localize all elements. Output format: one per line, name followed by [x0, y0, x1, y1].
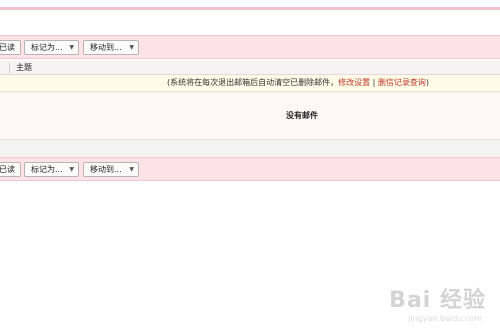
- mark-read-button[interactable]: 已读: [0, 162, 21, 177]
- move-to-label: 移动到...: [90, 43, 122, 52]
- move-to-dropdown[interactable]: 移动到... ▼: [83, 40, 139, 55]
- notice-separator: |: [370, 78, 378, 87]
- empty-message: 没有邮件: [286, 111, 318, 120]
- modify-settings-link[interactable]: 修改设置: [338, 78, 370, 87]
- mark-read-label: 已读: [0, 165, 15, 174]
- column-divider: [9, 63, 10, 73]
- mark-as-dropdown[interactable]: 标记为... ▼: [24, 40, 79, 55]
- mail-list-header: 主题: [0, 61, 500, 75]
- mark-read-label: 已读: [0, 43, 15, 52]
- caret-down-icon: ▼: [69, 44, 74, 51]
- mark-as-dropdown[interactable]: 标记为... ▼: [24, 162, 79, 177]
- notice-prefix: (系统将在每次退出邮箱后自动清空已删除邮件，: [167, 78, 339, 87]
- notice-suffix: ): [425, 78, 430, 87]
- mail-toolbar-top: 已读 标记为... ▼ 移动到... ▼: [0, 35, 500, 59]
- baidu-jingyan-watermark: Bai 经验 jingyan.baidu.com: [389, 282, 486, 323]
- caret-down-icon: ▼: [69, 166, 74, 173]
- mail-toolbar-bottom: 已读 标记为... ▼ 移动到... ▼: [0, 157, 500, 181]
- auto-clean-notice: (系统将在每次退出邮箱后自动清空已删除邮件，修改设置 | 删信记录查询): [0, 75, 500, 92]
- mark-as-label: 标记为...: [31, 43, 63, 52]
- top-banner: [0, 0, 500, 10]
- caret-down-icon: ▼: [129, 166, 134, 173]
- notice-text: (系统将在每次退出邮箱后自动清空已删除邮件，修改设置 | 删信记录查询): [167, 78, 429, 88]
- watermark-url: jingyan.baidu.com: [408, 314, 482, 323]
- watermark-logo-text: Bai 经验: [389, 288, 486, 313]
- deletion-records-link[interactable]: 删信记录查询: [378, 78, 426, 87]
- caret-down-icon: ▼: [129, 44, 134, 51]
- mark-as-label: 标记为...: [31, 165, 63, 174]
- subject-column-header[interactable]: 主题: [16, 63, 32, 73]
- list-footer-strip: [0, 140, 500, 157]
- move-to-label: 移动到...: [90, 165, 122, 174]
- mail-list-empty: 没有邮件: [0, 92, 500, 140]
- move-to-dropdown[interactable]: 移动到... ▼: [83, 162, 139, 177]
- mark-read-button[interactable]: 已读: [0, 40, 21, 55]
